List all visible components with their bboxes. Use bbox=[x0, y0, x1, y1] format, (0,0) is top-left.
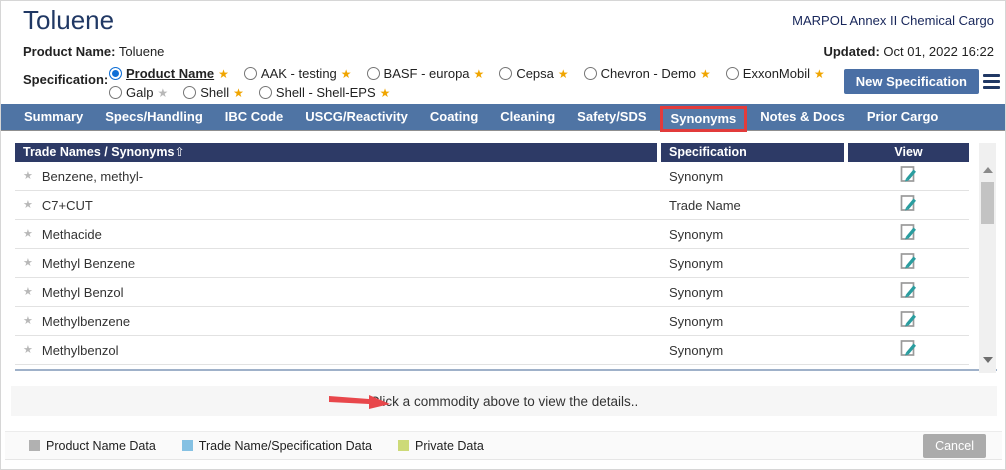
updated-label: Updated: bbox=[823, 44, 879, 59]
legend-product-name-data: Product Name Data bbox=[29, 439, 156, 453]
spec-option-shell-eps[interactable]: Shell - Shell-EPS ★ bbox=[259, 85, 390, 100]
tab-coating[interactable]: Coating bbox=[419, 104, 489, 130]
favorite-star-icon[interactable]: ★ bbox=[218, 68, 229, 80]
tab-bar: Summary Specs/Handling IBC Code USCG/Rea… bbox=[1, 104, 1006, 131]
tab-ibc-code[interactable]: IBC Code bbox=[214, 104, 295, 130]
view-edit-icon[interactable] bbox=[900, 281, 917, 304]
tab-cleaning[interactable]: Cleaning bbox=[489, 104, 566, 130]
legend-band: Product Name Data Trade Name/Specificati… bbox=[5, 431, 1002, 460]
hint-band: Click a commodity above to view the deta… bbox=[11, 386, 997, 416]
spec-option-aak-testing[interactable]: AAK - testing ★ bbox=[244, 66, 352, 81]
favorite-star-icon[interactable]: ★ bbox=[380, 87, 391, 99]
favorite-star-icon[interactable]: ★ bbox=[23, 171, 33, 182]
spec-option-chevron-demo[interactable]: Chevron - Demo ★ bbox=[584, 66, 711, 81]
spec-option-shell[interactable]: Shell ★ bbox=[183, 85, 244, 100]
favorite-star-icon[interactable]: ★ bbox=[23, 200, 33, 211]
favorite-star-icon[interactable]: ★ bbox=[700, 68, 711, 80]
specification-options: Product Name ★ AAK - testing ★ BASF - eu… bbox=[109, 64, 809, 102]
spec-option-exxonmobil[interactable]: ExxonMobil ★ bbox=[726, 66, 825, 81]
scrollbar-thumb[interactable] bbox=[981, 182, 994, 224]
favorite-star-icon[interactable]: ★ bbox=[474, 68, 485, 80]
menu-bar bbox=[983, 74, 1000, 77]
legend-trade-name-data: Trade Name/Specification Data bbox=[182, 439, 372, 453]
spec-option-galp[interactable]: Galp ★ bbox=[109, 85, 168, 100]
spec-option-basf-europa[interactable]: BASF - europa ★ bbox=[367, 66, 485, 81]
radio-icon[interactable] bbox=[726, 67, 739, 80]
favorite-star-icon[interactable]: ★ bbox=[341, 68, 352, 80]
favorite-star-icon[interactable]: ★ bbox=[23, 229, 33, 240]
view-edit-icon[interactable] bbox=[900, 310, 917, 333]
favorite-star-icon[interactable]: ★ bbox=[23, 345, 33, 356]
table-row[interactable]: ★C7+CUT Trade Name bbox=[15, 191, 969, 220]
favorite-star-icon[interactable]: ★ bbox=[233, 87, 244, 99]
specification-row-2: Galp ★ Shell ★ Shell - Shell-EPS ★ bbox=[109, 83, 809, 102]
view-edit-icon[interactable] bbox=[900, 194, 917, 217]
table-row[interactable]: ★Methyl Benzol Synonym bbox=[15, 278, 969, 307]
page-title: Toluene bbox=[23, 5, 114, 36]
product-name-line: Product Name: Toluene bbox=[23, 44, 164, 59]
menu-bar bbox=[983, 86, 1000, 89]
scroll-down-arrow-icon[interactable] bbox=[983, 357, 993, 363]
favorite-star-icon[interactable]: ★ bbox=[23, 258, 33, 269]
table-row[interactable]: ★Methacide Synonym bbox=[15, 220, 969, 249]
radio-icon[interactable] bbox=[367, 67, 380, 80]
radio-icon[interactable] bbox=[109, 86, 122, 99]
radio-icon[interactable] bbox=[244, 67, 257, 80]
tab-summary[interactable]: Summary bbox=[13, 104, 94, 130]
table-header-row: Trade Names / Synonyms⇧ Specification Vi… bbox=[15, 143, 969, 162]
table-row[interactable]: ★Methylbenzol Synonym bbox=[15, 336, 969, 365]
tab-synonyms[interactable]: Synonyms bbox=[660, 106, 748, 132]
synonyms-table: Trade Names / Synonyms⇧ Specification Vi… bbox=[15, 143, 969, 365]
tab-specs-handling[interactable]: Specs/Handling bbox=[94, 104, 214, 130]
cancel-button[interactable]: Cancel bbox=[923, 434, 986, 458]
radio-selected-icon[interactable] bbox=[109, 67, 122, 80]
new-specification-button[interactable]: New Specification bbox=[844, 69, 979, 94]
tab-prior-cargo[interactable]: Prior Cargo bbox=[856, 104, 950, 130]
legend-gray-swatch bbox=[29, 440, 40, 451]
specification-label: Specification: bbox=[23, 72, 108, 87]
cargo-category-label: MARPOL Annex II Chemical Cargo bbox=[792, 13, 994, 28]
spec-option-cepsa[interactable]: Cepsa ★ bbox=[499, 66, 568, 81]
red-annotation-arrow-icon bbox=[329, 392, 391, 415]
specification-row-1: Product Name ★ AAK - testing ★ BASF - eu… bbox=[109, 64, 809, 83]
radio-icon[interactable] bbox=[584, 67, 597, 80]
scroll-up-arrow-icon[interactable] bbox=[983, 167, 993, 173]
table-row[interactable]: ★Methylbenzene Synonym bbox=[15, 307, 969, 336]
favorite-star-icon[interactable]: ★ bbox=[23, 316, 33, 327]
updated-value: Oct 01, 2022 16:22 bbox=[883, 44, 994, 59]
legend-blue-swatch bbox=[182, 440, 193, 451]
updated-line: Updated: Oct 01, 2022 16:22 bbox=[823, 44, 994, 59]
favorite-star-icon[interactable]: ★ bbox=[814, 68, 825, 80]
legend-private-data: Private Data bbox=[398, 439, 484, 453]
view-edit-icon[interactable] bbox=[900, 165, 917, 188]
menu-bar bbox=[983, 80, 1000, 83]
product-name-value: Toluene bbox=[119, 44, 165, 59]
table-row[interactable]: ★Methyl Benzene Synonym bbox=[15, 249, 969, 278]
tab-uscg-reactivity[interactable]: USCG/Reactivity bbox=[294, 104, 419, 130]
hint-text: Click a commodity above to view the deta… bbox=[370, 394, 639, 409]
column-header-view[interactable]: View bbox=[848, 143, 969, 162]
radio-icon[interactable] bbox=[499, 67, 512, 80]
view-edit-icon[interactable] bbox=[900, 339, 917, 362]
table-bottom-border bbox=[15, 369, 997, 371]
product-name-label: Product Name: bbox=[23, 44, 115, 59]
favorite-star-icon[interactable]: ★ bbox=[157, 87, 168, 99]
view-edit-icon[interactable] bbox=[900, 223, 917, 246]
radio-icon[interactable] bbox=[259, 86, 272, 99]
tab-safety-sds[interactable]: Safety/SDS bbox=[566, 104, 657, 130]
radio-icon[interactable] bbox=[183, 86, 196, 99]
favorite-star-icon[interactable]: ★ bbox=[23, 287, 33, 298]
spec-option-product-name[interactable]: Product Name ★ bbox=[109, 66, 229, 81]
sort-ascending-icon: ⇧ bbox=[174, 145, 184, 159]
menu-icon[interactable] bbox=[983, 74, 1000, 89]
tab-notes-docs[interactable]: Notes & Docs bbox=[749, 104, 856, 130]
legend-green-swatch bbox=[398, 440, 409, 451]
column-header-specification[interactable]: Specification bbox=[661, 143, 844, 162]
vertical-scrollbar[interactable] bbox=[979, 143, 996, 373]
column-header-trade-names[interactable]: Trade Names / Synonyms⇧ bbox=[15, 143, 657, 162]
view-edit-icon[interactable] bbox=[900, 252, 917, 275]
table-row[interactable]: ★Benzene, methyl- Synonym bbox=[15, 162, 969, 191]
favorite-star-icon[interactable]: ★ bbox=[558, 68, 569, 80]
chemical-cargo-page: Toluene MARPOL Annex II Chemical Cargo P… bbox=[0, 0, 1006, 470]
